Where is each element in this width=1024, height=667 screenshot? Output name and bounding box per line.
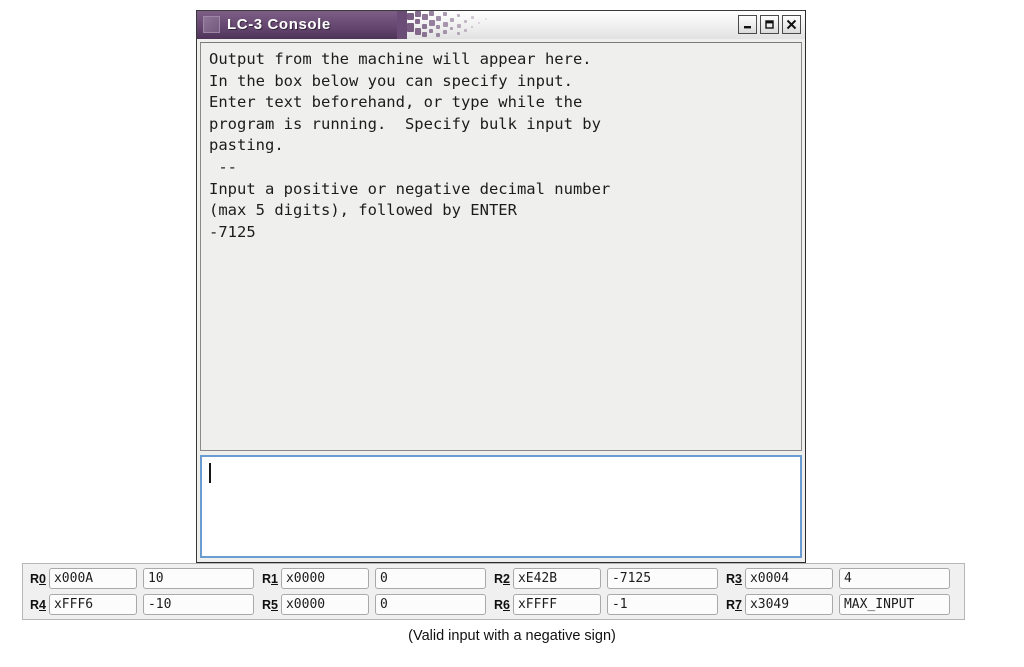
register-hex-field-r3[interactable]: x0004 [744,568,833,589]
register-hex-field-r6[interactable]: xFFFF [512,594,601,615]
register-cell-r2: R2 xE42B -7125 [490,566,722,591]
register-label-r2: R2 [493,571,510,586]
register-label-r0: R0 [30,571,46,586]
lc3-console-window: LC-3 Console Output from the machine wil… [196,10,806,563]
console-input-text[interactable] [208,462,794,463]
minimize-button[interactable] [738,15,757,34]
console-output-area: Output from the machine will appear here… [200,42,802,451]
figure-caption: (Valid input with a negative sign) [408,628,616,644]
register-dec-field-r0[interactable]: 10 [142,568,254,589]
register-label-r1: R1 [261,571,278,586]
register-label-r7: R7 [725,597,742,612]
register-label-r4: R4 [30,597,46,612]
register-dec-field-r5[interactable]: 0 [374,594,486,615]
register-cell-r7: R7 x3049 MAX_INPUT [722,592,954,617]
register-dec-field-r7[interactable]: MAX_INPUT [838,594,950,615]
register-row: R4 xFFF6 -10 R5 x0000 0 R6 xFFFF -1 R7 x3049 MAX_IN… [26,592,961,617]
register-dec-field-r3[interactable]: 4 [838,568,950,589]
register-hex-field-r5[interactable]: x0000 [280,594,369,615]
register-dec-field-r6[interactable]: -1 [606,594,718,615]
register-hex-field-r2[interactable]: xE42B [512,568,601,589]
register-cell-r3: R3 x0004 4 [722,566,954,591]
register-label-r6: R6 [493,597,510,612]
register-cell-r4: R4 xFFF6 -10 [26,592,258,617]
close-button[interactable] [782,15,801,34]
register-dec-field-r2[interactable]: -7125 [606,568,718,589]
register-hex-field-r4[interactable]: xFFF6 [48,594,137,615]
screenshot-root: LC-3 Console Output from the machine wil… [0,0,1024,667]
window-titlebar[interactable]: LC-3 Console [197,11,805,39]
text-caret [209,463,211,483]
console-input-box[interactable] [200,455,802,558]
window-controls [738,15,801,34]
register-hex-field-r7[interactable]: x3049 [744,594,833,615]
maximize-button[interactable] [760,15,779,34]
register-cell-r0: R0 x000A 10 [26,566,258,591]
register-cell-r1: R1 x0000 0 [258,566,490,591]
console-output-text: Output from the machine will appear here… [209,50,611,241]
console-body: Output from the machine will appear here… [197,39,805,562]
register-row: R0 x000A 10 R1 x0000 0 R2 xE42B -7125 R3 x0004 4 [26,566,961,591]
register-panel: R0 x000A 10 R1 x0000 0 R2 xE42B -7125 R3 x0004 4 R4 x… [22,563,965,620]
titlebar-pixel-dissolve [397,11,527,39]
register-label-r5: R5 [261,597,278,612]
window-title: LC-3 Console [227,16,331,33]
register-hex-field-r0[interactable]: x000A [48,568,137,589]
register-cell-r6: R6 xFFFF -1 [490,592,722,617]
register-dec-field-r4[interactable]: -10 [142,594,254,615]
register-dec-field-r1[interactable]: 0 [374,568,486,589]
register-label-r3: R3 [725,571,742,586]
register-hex-field-r1[interactable]: x0000 [280,568,369,589]
register-cell-r5: R5 x0000 0 [258,592,490,617]
app-icon [203,16,220,33]
